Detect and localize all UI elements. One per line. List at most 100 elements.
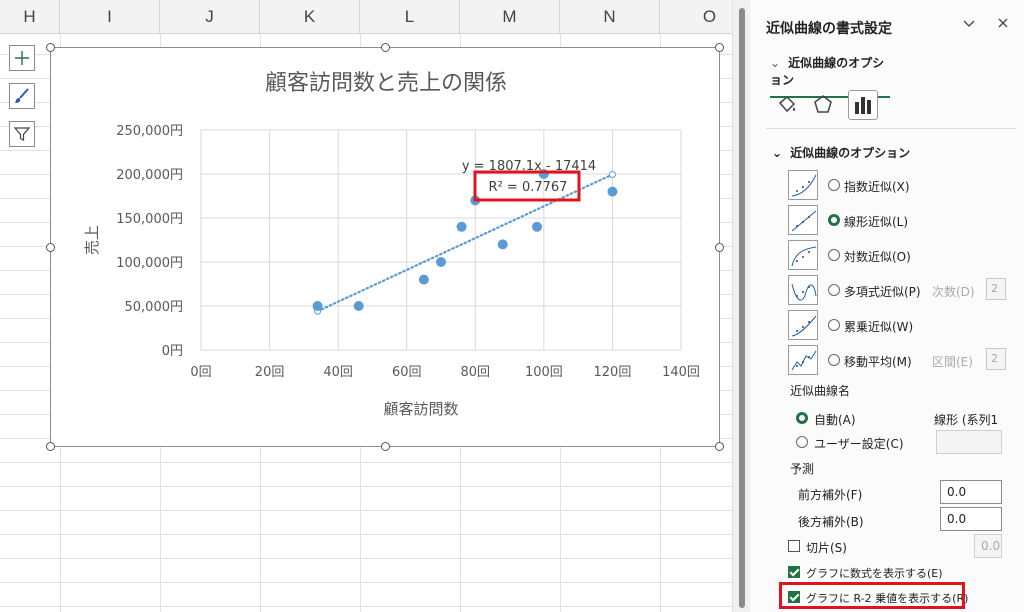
option-extra-input[interactable]: 2 (986, 278, 1006, 300)
checkbox-intercept[interactable] (788, 540, 800, 552)
column-header-m[interactable]: M (460, 0, 560, 34)
chart-elements-button[interactable] (9, 45, 35, 71)
pentagon-icon (814, 95, 832, 113)
x-tick-label: 120回 (594, 365, 632, 380)
forecast-title: 予測 (790, 462, 815, 476)
option-extra-input[interactable]: 2 (986, 348, 1006, 370)
resize-handle-tl[interactable] (46, 43, 55, 52)
fill-bucket-icon (778, 95, 796, 113)
resize-handle-br[interactable] (715, 442, 724, 451)
column-headers: H I J K L M N O (0, 0, 732, 34)
show-equation-label: グラフに数式を表示する(E) (806, 567, 943, 580)
name-custom-label: ユーザー設定(C) (814, 437, 904, 451)
data-point (456, 221, 467, 232)
effects-tool[interactable] (808, 90, 838, 120)
chart-styles-button[interactable] (9, 83, 35, 109)
column-header-o[interactable]: O (660, 0, 732, 34)
resize-handle-tr[interactable] (715, 43, 724, 52)
column-header-l[interactable]: L (360, 0, 460, 34)
plus-icon (15, 51, 29, 65)
trend-option-polynomial[interactable]: 多項式近似(P) 次数(D) 2 (788, 275, 1024, 305)
chevron-down-icon: ⌄ (770, 56, 781, 70)
pane-title: 近似曲線の書式設定 (766, 21, 892, 37)
brush-icon (15, 88, 29, 103)
column-header-n[interactable]: N (560, 0, 660, 34)
forward-input[interactable] (940, 480, 1002, 504)
trend-option-exponential[interactable]: 指数近似(X) (788, 170, 1024, 200)
pane-divider (766, 128, 1016, 129)
x-tick-label: 40回 (323, 365, 353, 380)
scatter-chart[interactable]: 0円 50,000円 100,000円 150,000円 200,000円 250,000… (46, 43, 724, 451)
worksheet[interactable]: H I J K L M N O 0円 50,000円 100,000円 150,000… (0, 0, 732, 612)
y-tick-label: 200,000円 (116, 168, 183, 183)
chevron-down-icon: ⌄ (772, 146, 783, 160)
option-label: 移動平均(M) (844, 355, 912, 369)
radio-exponential[interactable] (828, 179, 840, 191)
grid-row-line (0, 510, 732, 511)
y-tick-label: 50,000円 (125, 300, 184, 315)
trend-option-linear[interactable]: 線形近似(L) (788, 205, 1024, 235)
column-header-j[interactable]: J (160, 0, 260, 34)
x-tick-label: 20回 (255, 365, 285, 380)
chevron-down-icon[interactable] (962, 16, 976, 34)
option-label: 線形近似(L) (844, 215, 909, 229)
trendline-options-tool[interactable] (848, 90, 878, 120)
radio-logarithmic[interactable] (828, 249, 840, 261)
chart-plot: 0円 50,000円 100,000円 150,000円 200,000円 250,000… (83, 71, 700, 418)
resize-handle-tc[interactable] (381, 43, 390, 52)
trend-option-moving-average[interactable]: 移動平均(M) 区間(E) 2 (788, 345, 1024, 375)
resize-handle-bc[interactable] (381, 442, 390, 451)
radio-power[interactable] (828, 319, 840, 331)
option-extra-label: 区間(E) (932, 355, 973, 369)
data-point (418, 274, 429, 285)
radio-name-custom[interactable] (796, 436, 808, 448)
trend-option-power[interactable]: 累乗近似(W) (788, 310, 1024, 340)
data-point (353, 301, 364, 311)
option-label: 指数近似(X) (844, 180, 910, 194)
chart-filters-button[interactable] (9, 121, 35, 147)
intercept-input[interactable]: 0.0 (974, 534, 1002, 558)
scrollbar-thumb[interactable] (739, 8, 745, 608)
highlight-r2-checkbox (779, 582, 965, 609)
linear-trend-icon (788, 205, 818, 235)
tab-label: 近似曲線のオプション (770, 56, 885, 87)
radio-linear[interactable] (828, 214, 840, 226)
data-point (607, 186, 618, 197)
data-point (532, 221, 542, 232)
x-tick-label: 140回 (662, 365, 700, 380)
name-auto-value: 線形 (系列1 (934, 413, 999, 427)
resize-handle-ml[interactable] (46, 243, 55, 252)
pane-scrollbar[interactable] (732, 0, 750, 612)
checkbox-show-equation[interactable] (788, 566, 800, 578)
intercept-label: 切片(S) (806, 541, 847, 555)
x-tick-label: 100回 (525, 365, 563, 380)
radio-polynomial[interactable] (828, 284, 840, 296)
fill-line-tool[interactable] (772, 90, 802, 120)
section-trendline-options[interactable]: ⌄ 近似曲線のオプション (772, 144, 910, 161)
bar-chart-icon (855, 97, 871, 114)
radio-name-auto[interactable] (796, 412, 808, 424)
resize-handle-bl[interactable] (46, 442, 55, 451)
y-tick-label: 0円 (162, 344, 183, 359)
trendline-r2: R² = 0.7767 (489, 180, 568, 195)
backward-input[interactable] (940, 507, 1002, 531)
exponential-trend-icon (788, 170, 818, 200)
trendline-endpoint (608, 170, 616, 178)
name-auto-label: 自動(A) (814, 413, 856, 427)
column-header-k[interactable]: K (260, 0, 360, 34)
column-header-i[interactable]: I (60, 0, 160, 34)
radio-moving-average[interactable] (828, 354, 840, 366)
custom-name-input[interactable] (936, 430, 1002, 454)
chart-title: 顧客訪問数と売上の関係 (265, 71, 507, 96)
logarithmic-trend-icon (788, 240, 818, 270)
grid-row-line (0, 534, 732, 535)
grid-row-line (0, 462, 732, 463)
option-extra-label: 次数(D) (932, 285, 975, 299)
resize-handle-mr[interactable] (715, 243, 724, 252)
data-point (436, 257, 446, 267)
close-icon[interactable] (996, 16, 1010, 34)
trend-option-logarithmic[interactable]: 対数近似(O) (788, 240, 1024, 270)
x-tick-label: 0回 (190, 365, 211, 380)
grid-row-line (0, 558, 732, 559)
column-header-h[interactable]: H (0, 0, 60, 34)
